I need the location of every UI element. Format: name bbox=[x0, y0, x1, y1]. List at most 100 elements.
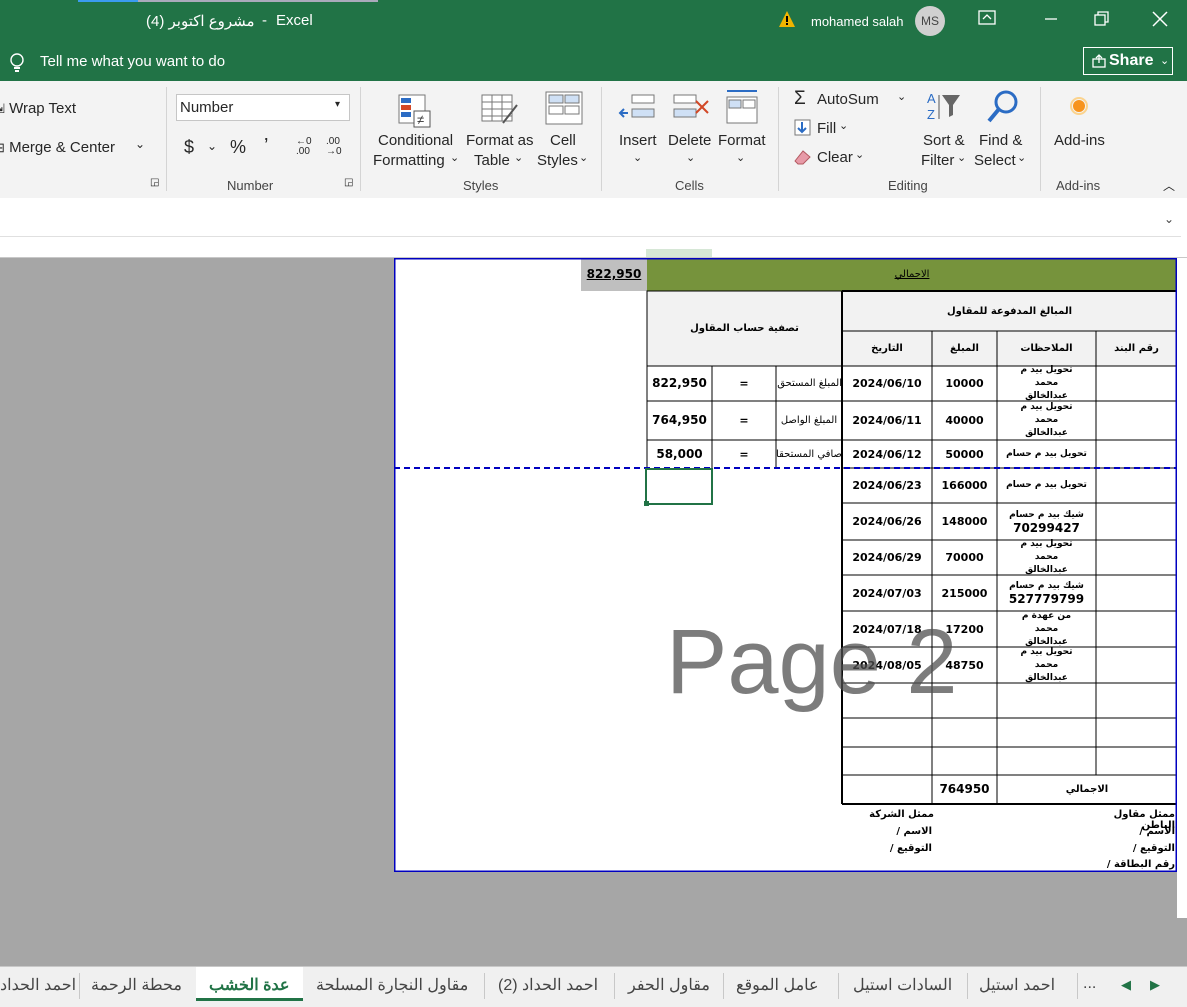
row-notes[interactable]: تحويل بيد م حسام bbox=[997, 468, 1096, 503]
sort-filter-button[interactable]: AZ Sort & Filter ⌄ bbox=[918, 89, 973, 176]
row-date[interactable]: 2024/06/10 bbox=[842, 366, 932, 401]
clear-button[interactable]: Clear ⌄ bbox=[792, 147, 872, 169]
column-header-item[interactable]: رقم البند bbox=[1096, 331, 1177, 366]
scroll-tabs-left-icon[interactable]: ◀ bbox=[1121, 977, 1131, 993]
settlement-equals[interactable]: = bbox=[712, 401, 776, 440]
row-date[interactable]: 2024/07/03 bbox=[842, 575, 932, 611]
formula-bar[interactable]: ⌄ bbox=[0, 198, 1187, 245]
column-header-amount[interactable]: المبلغ bbox=[932, 331, 997, 366]
wrap-text-button[interactable]: ⇲ Wrap Text bbox=[0, 100, 76, 117]
row-date[interactable]: 2024/06/23 bbox=[842, 468, 932, 503]
avatar[interactable]: MS bbox=[915, 6, 945, 36]
user-name[interactable]: mohamed salah bbox=[811, 14, 904, 29]
merge-center-button[interactable]: ⊞ Merge & Center bbox=[0, 139, 115, 156]
number-format-dropdown[interactable]: Number ▾ bbox=[176, 94, 350, 121]
row-notes[interactable]: تحويل بيد م حسام bbox=[997, 440, 1096, 468]
row-amount[interactable]: 50000 bbox=[932, 440, 997, 468]
merge-chevron-icon[interactable]: ⌄ bbox=[135, 137, 145, 151]
format-button[interactable]: Format ⌄ bbox=[717, 87, 769, 176]
column-header-date[interactable]: التاريخ bbox=[842, 331, 932, 366]
row-notes[interactable]: تحويل بيد م محمد عبدالخالق bbox=[997, 401, 1096, 440]
settlement-equals[interactable]: = bbox=[712, 366, 776, 401]
row-notes-cell[interactable]: شيك بيد م حسام 527779799 bbox=[997, 575, 1096, 611]
sheet-tab[interactable]: مقاول الحفر bbox=[628, 975, 710, 995]
add-ins-group-label: Add-ins bbox=[1056, 178, 1101, 193]
settlement-value[interactable]: 764,950 bbox=[647, 401, 712, 440]
delete-button[interactable]: Delete ⌄ bbox=[666, 91, 716, 176]
increase-decimal-button[interactable]: ←0 .00 bbox=[296, 137, 318, 157]
sheet-tab[interactable]: عامل الموقع bbox=[736, 975, 819, 995]
number-dialog-launcher-icon[interactable]: ◲ bbox=[344, 177, 353, 188]
autosum-button[interactable]: Σ AutoSum ⌄ bbox=[792, 88, 912, 111]
currency-button[interactable]: $ bbox=[184, 137, 194, 158]
percent-button[interactable]: % bbox=[230, 137, 246, 158]
conditional-formatting-button[interactable]: ≠ Conditional Formatting ⌄ bbox=[372, 91, 459, 176]
insert-button[interactable]: Insert ⌄ bbox=[614, 91, 662, 176]
grand-total-value[interactable]: 822,950 bbox=[581, 258, 647, 291]
tabs-ellipsis[interactable]: ... bbox=[1083, 975, 1096, 993]
sheet-tab[interactable]: محطة الرحمة bbox=[91, 975, 182, 995]
total-value[interactable]: 764950 bbox=[932, 775, 997, 804]
warning-icon[interactable] bbox=[778, 10, 796, 33]
settlement-equals[interactable]: = bbox=[712, 440, 776, 468]
comma-button[interactable]: ’ bbox=[264, 135, 268, 158]
expand-formula-bar-icon[interactable]: ⌄ bbox=[1164, 212, 1174, 226]
row-amount[interactable]: 166000 bbox=[932, 468, 997, 503]
row-date[interactable]: 2024/06/26 bbox=[842, 503, 932, 540]
row-notes-number: 527779799 bbox=[1008, 592, 1085, 606]
row-notes[interactable]: تحويل بيد م محمد عبدالخالق bbox=[997, 647, 1096, 683]
row-amount[interactable]: 70000 bbox=[932, 540, 997, 575]
payments-header[interactable]: المبالغ المدفوعة للمقاول bbox=[842, 291, 1177, 331]
settlement-value[interactable]: 822,950 bbox=[647, 366, 712, 401]
tell-me-input[interactable]: Tell me what you want to do bbox=[40, 53, 225, 70]
decrease-decimal-button[interactable]: .00 →0 bbox=[326, 137, 348, 157]
settlement-label[interactable]: المبلغ المستحق bbox=[776, 366, 842, 401]
row-date[interactable]: 2024/06/11 bbox=[842, 401, 932, 440]
row-notes-cell[interactable]: شيك بيد م حسام 70299427 bbox=[997, 503, 1096, 540]
active-sheet-tab[interactable]: عدة الخشب bbox=[196, 967, 303, 1001]
settlement-header[interactable]: تصفية حساب المقاول bbox=[647, 291, 842, 366]
row-notes[interactable]: تحويل بيد م محمد عبدالخالق bbox=[997, 539, 1096, 575]
collapse-ribbon-icon[interactable]: ︿ bbox=[1163, 177, 1175, 194]
ribbon: ⇲ Wrap Text ⊞ Merge & Center ⌄ ◲ Number … bbox=[0, 81, 1187, 199]
add-ins-button[interactable]: Add-ins bbox=[1050, 91, 1110, 171]
settlement-label[interactable]: صافي المستحقات bbox=[776, 440, 842, 468]
currency-chevron-icon[interactable]: ⌄ bbox=[207, 139, 217, 153]
ribbon-display-options-icon[interactable] bbox=[978, 10, 996, 31]
row-amount[interactable]: 40000 bbox=[932, 401, 997, 440]
grand-total-header[interactable]: الاجمالي bbox=[647, 258, 1177, 291]
row-date[interactable]: 2024/06/12 bbox=[842, 440, 932, 468]
row-amount[interactable]: 215000 bbox=[932, 575, 997, 611]
sheet-tab[interactable]: احمد الحداد (2) bbox=[498, 975, 598, 995]
share-button[interactable]: Share ⌄ bbox=[1083, 47, 1173, 75]
row-notes[interactable]: تحويل بيد م محمد عبدالخالق bbox=[997, 365, 1096, 401]
conditional-formatting-label-1: Conditional bbox=[378, 132, 454, 149]
find-select-button[interactable]: Find & Select ⌄ bbox=[974, 89, 1035, 176]
chevron-down-icon: ⌄ bbox=[897, 91, 907, 103]
alignment-dialog-launcher-icon[interactable]: ◲ bbox=[150, 177, 159, 188]
format-cells-icon bbox=[723, 87, 763, 130]
restore-icon[interactable] bbox=[1094, 11, 1110, 32]
chevron-down-icon: ⌄ bbox=[633, 152, 643, 164]
fill-button[interactable]: Fill ⌄ bbox=[792, 118, 862, 140]
formula-input[interactable] bbox=[0, 208, 1181, 237]
file-name: مشروع اكتوبر (4) bbox=[146, 13, 255, 30]
format-as-table-button[interactable]: Format as Table ⌄ bbox=[463, 91, 538, 176]
add-ins-label: Add-ins bbox=[1054, 132, 1105, 149]
minimize-icon[interactable] bbox=[1044, 12, 1058, 31]
row-amount[interactable]: 148000 bbox=[932, 503, 997, 540]
settlement-value[interactable]: 58,000 bbox=[647, 440, 712, 468]
column-header-notes[interactable]: الملاحظات bbox=[997, 331, 1096, 366]
sheet-tab[interactable]: احمد الحداد bbox=[0, 975, 76, 995]
row-amount[interactable]: 10000 bbox=[932, 366, 997, 401]
settlement-label[interactable]: المبلغ الواصل bbox=[776, 401, 842, 440]
sheet-tab[interactable]: السادات استيل bbox=[853, 975, 952, 995]
row-date[interactable]: 2024/06/29 bbox=[842, 540, 932, 575]
total-label[interactable]: الاجمالي bbox=[997, 775, 1177, 804]
scroll-tabs-right-icon[interactable]: ▶ bbox=[1150, 977, 1160, 993]
sheet-tab[interactable]: احمد استيل bbox=[979, 975, 1055, 995]
row-notes[interactable]: من عهدة م محمد عبدالخالق bbox=[997, 611, 1096, 647]
close-icon[interactable] bbox=[1152, 11, 1168, 32]
cell-styles-button[interactable]: Cell Styles ⌄ bbox=[535, 91, 595, 176]
sheet-tab[interactable]: مقاول النجارة المسلحة bbox=[316, 975, 468, 995]
